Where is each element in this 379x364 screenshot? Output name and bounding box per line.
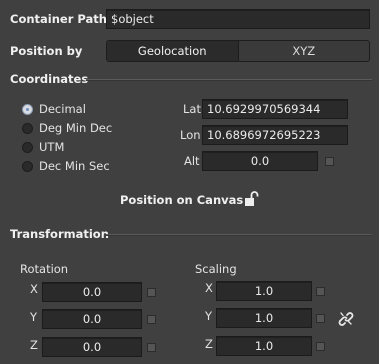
alt-animate-checkbox[interactable] (325, 157, 334, 166)
transformation-divider (106, 234, 372, 236)
scaling-label: Scaling (195, 262, 237, 276)
scaling-y-input[interactable]: 1.0 (216, 308, 312, 328)
radio-decimal[interactable] (22, 104, 33, 115)
scaling-x-input[interactable]: 1.0 (216, 281, 312, 301)
radio-decimal-label[interactable]: Decimal (39, 102, 86, 116)
scaling-y-animate-checkbox[interactable] (316, 314, 325, 323)
radio-dec-min-sec-label[interactable]: Dec Min Sec (39, 159, 110, 173)
radio-dec-min-sec[interactable] (22, 161, 33, 172)
container-path-input[interactable]: $object (106, 9, 370, 29)
scaling-z-label: Z (205, 337, 213, 351)
rotation-y-label: Y (30, 310, 38, 324)
radio-deg-min-dec[interactable] (22, 123, 33, 134)
coordinates-section-title: Coordinates (10, 72, 89, 86)
rotation-z-label: Z (30, 338, 38, 352)
scaling-y-label: Y (205, 309, 213, 323)
rotation-z-input[interactable]: 0.0 (42, 337, 142, 357)
position-on-canvas-label: Position on Canvas (120, 193, 244, 207)
scaling-z-input[interactable]: 1.0 (216, 336, 312, 356)
position-by-label: Position by (10, 44, 83, 58)
radio-utm-label[interactable]: UTM (39, 140, 64, 154)
lon-input[interactable]: 10.6896972695223 (202, 125, 348, 145)
transformation-section-title: Transformation (10, 227, 109, 241)
alt-input[interactable]: 0.0 (202, 151, 318, 171)
lat-label: Lat (183, 102, 201, 116)
coordinates-divider (86, 79, 372, 81)
rotation-x-input[interactable]: 0.0 (42, 282, 142, 302)
lat-input[interactable]: 10.6929970569344 (202, 99, 348, 119)
rotation-y-animate-checkbox[interactable] (147, 315, 156, 324)
radio-utm[interactable] (22, 142, 33, 153)
scaling-z-animate-checkbox[interactable] (316, 342, 325, 351)
radio-deg-min-dec-label[interactable]: Deg Min Dec (39, 121, 112, 135)
lon-label: Lon (180, 128, 201, 142)
rotation-x-label: X (30, 282, 38, 296)
rotation-label: Rotation (20, 262, 69, 276)
rotation-x-animate-checkbox[interactable] (147, 288, 156, 297)
broken-link-icon[interactable] (336, 309, 356, 329)
rotation-z-animate-checkbox[interactable] (147, 343, 156, 352)
segment-xyz[interactable]: XYZ (239, 41, 370, 61)
unlock-icon[interactable] (242, 190, 260, 208)
container-path-label: Container Path (10, 12, 107, 26)
segment-geolocation[interactable]: Geolocation (107, 41, 239, 61)
scaling-x-label: X (205, 281, 213, 295)
alt-label: Alt (184, 154, 200, 168)
rotation-y-input[interactable]: 0.0 (42, 309, 142, 329)
scaling-x-animate-checkbox[interactable] (316, 287, 325, 296)
position-by-segmented-control: Geolocation XYZ (106, 40, 370, 62)
